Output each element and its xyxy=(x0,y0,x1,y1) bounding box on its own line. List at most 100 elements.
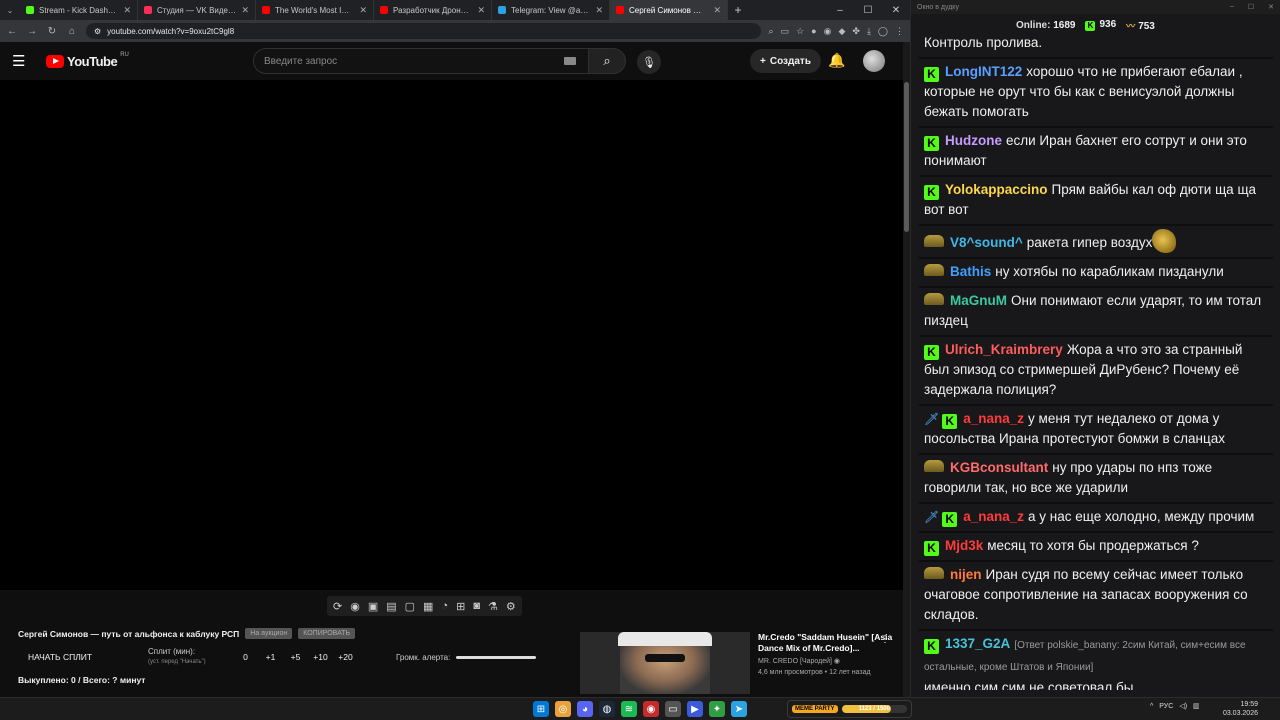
add-frame-icon[interactable]: ⊞ xyxy=(456,600,465,613)
search-input[interactable]: Введите запрос xyxy=(253,48,595,74)
windows-start-icon[interactable]: ⊞ xyxy=(533,701,549,717)
recommended-channel[interactable]: MR. CREDO [Чародей] ◉ xyxy=(758,656,895,667)
maximize-icon[interactable]: ☐ xyxy=(1248,3,1254,11)
minimize-icon[interactable]: – xyxy=(1230,3,1234,11)
page-scrollbar[interactable] xyxy=(903,42,910,720)
chat-username[interactable]: Bathis xyxy=(950,264,991,279)
clapperboard-icon[interactable]: ▤ xyxy=(386,600,396,613)
recommended-video[interactable]: Mr.Credo "Saddam Husein" [Asia Dance Mix… xyxy=(580,632,895,694)
cast-icon[interactable]: ▭ xyxy=(781,26,790,37)
chat-username[interactable]: V8^sound^ xyxy=(950,235,1023,250)
chrome-icon[interactable]: ◎ xyxy=(555,701,571,717)
camera-icon[interactable]: ◙ xyxy=(473,600,480,612)
extension-icon[interactable]: ● xyxy=(811,26,816,37)
browser-tab[interactable]: Студия — VK Видео Live ✕ xyxy=(138,0,256,20)
close-icon[interactable]: ✕ xyxy=(1268,3,1274,11)
avatar[interactable] xyxy=(863,50,885,72)
chat-username[interactable]: a_nana_z xyxy=(963,411,1024,426)
browser-tab[interactable]: The World's Most Important M ✕ xyxy=(256,0,374,20)
search-button[interactable]: ⌕ xyxy=(588,48,626,74)
split-button[interactable]: +1 xyxy=(258,652,283,662)
tab-close-icon[interactable]: ✕ xyxy=(123,5,131,16)
recommended-title[interactable]: Mr.Credo "Saddam Husein" [Asia Dance Mix… xyxy=(758,632,895,654)
settings-gear-icon[interactable]: ⚙ xyxy=(506,600,516,613)
puzzle-icon[interactable]: ✤ xyxy=(852,26,860,37)
more-options-icon[interactable]: ⋮ xyxy=(880,634,890,645)
maximize-icon[interactable]: ☐ xyxy=(854,5,882,16)
split-button[interactable]: 0 xyxy=(233,652,258,662)
chat-username[interactable]: Mjd3k xyxy=(945,538,983,553)
telegram-icon[interactable]: ➤ xyxy=(731,701,747,717)
alert-volume-slider[interactable] xyxy=(456,655,537,659)
scrollbar-thumb[interactable] xyxy=(904,82,909,232)
tab-search-icon[interactable]: ⌄ xyxy=(0,0,20,20)
tab-close-icon[interactable]: ✕ xyxy=(241,5,249,16)
chat-username[interactable]: LongINT122 xyxy=(945,64,1022,79)
auction-button[interactable]: На аукцион xyxy=(245,628,293,639)
audio-icon[interactable]: ◉ xyxy=(350,600,360,613)
expand-icon[interactable]: ▢ xyxy=(405,600,415,613)
volume-icon[interactable]: ◁) xyxy=(1179,702,1187,710)
browser-tab[interactable]: Разработчик Дронов: вся ✕ xyxy=(374,0,492,20)
bookmark-star-icon[interactable]: ☆ xyxy=(796,26,804,37)
notifications-bell-icon[interactable]: 🔔 xyxy=(828,52,845,69)
new-tab-button[interactable]: + xyxy=(728,3,748,17)
chat-username[interactable]: KGBconsultant xyxy=(950,460,1048,475)
tray-chevron-icon[interactable]: ^ xyxy=(1150,703,1153,710)
network-icon[interactable]: ▥ xyxy=(1193,702,1200,710)
keyboard-icon[interactable] xyxy=(564,57,576,65)
flask-icon[interactable]: ⚗ xyxy=(488,600,498,613)
cinema-icon[interactable]: ▦ xyxy=(423,600,433,613)
minimize-icon[interactable]: – xyxy=(826,5,854,16)
split-button[interactable]: +20 xyxy=(333,652,358,662)
tab-close-icon[interactable]: ✕ xyxy=(359,5,367,16)
split-button[interactable]: +10 xyxy=(308,652,333,662)
profile-icon[interactable]: ◯ xyxy=(878,26,888,37)
clock[interactable]: 19:59 03.03.2026 xyxy=(1223,700,1258,718)
copy-button[interactable]: КОПИРОВАТЬ xyxy=(298,628,356,639)
language-indicator[interactable]: РУС xyxy=(1159,703,1173,710)
obs-icon[interactable]: ◉ xyxy=(643,701,659,717)
app-icon[interactable]: ✦ xyxy=(709,701,725,717)
tab-close-icon[interactable]: ✕ xyxy=(713,5,721,16)
close-icon[interactable]: ✕ xyxy=(882,5,910,16)
reload-icon[interactable]: ↻ xyxy=(46,26,58,37)
extension-icon[interactable]: ◆ xyxy=(838,26,845,37)
chat-username[interactable]: 1337_G2A xyxy=(945,636,1010,651)
split-button[interactable]: +5 xyxy=(283,652,308,662)
extension-icon[interactable]: ◉ xyxy=(824,26,832,37)
browser-tab[interactable]: Сергей Симонов — путь от ал ✕ xyxy=(610,0,728,20)
youtube-logo[interactable]: YouTube RU xyxy=(46,52,129,69)
chat-username[interactable]: a_nana_z xyxy=(963,509,1024,524)
chat-username[interactable]: nijen xyxy=(950,567,982,582)
discord-icon[interactable]: ◕ xyxy=(577,701,593,717)
tab-close-icon[interactable]: ✕ xyxy=(477,5,485,16)
chat-username[interactable]: MaGnuM xyxy=(950,293,1007,308)
site-info-icon[interactable]: ⚙ xyxy=(94,27,101,36)
spotify-icon[interactable]: ≋ xyxy=(621,701,637,717)
home-icon[interactable]: ⌂ xyxy=(66,26,78,37)
speed-icon[interactable]: ◔ xyxy=(441,600,448,612)
chat-username[interactable]: Hudzone xyxy=(945,133,1002,148)
zoom-icon[interactable]: ⌕ xyxy=(769,26,774,37)
download-icon[interactable]: ⤓ xyxy=(867,26,871,37)
chat-username[interactable]: Ulrich_Kraimbrery xyxy=(945,342,1063,357)
app-icon[interactable]: ▭ xyxy=(665,701,681,717)
picture-in-picture-icon[interactable]: ▣ xyxy=(368,600,378,613)
video-player[interactable] xyxy=(0,80,903,590)
steam-icon[interactable]: ◍ xyxy=(599,701,615,717)
create-button[interactable]: + Создать xyxy=(750,49,821,73)
meme-party-widget[interactable]: MEME PARTY 1123 / 1500 xyxy=(787,700,912,718)
browser-tab[interactable]: Telegram: View @asafevitas ✕ xyxy=(492,0,610,20)
tab-close-icon[interactable]: ✕ xyxy=(595,5,603,16)
voice-search-button[interactable]: 🎙 xyxy=(637,50,661,74)
browser-tab[interactable]: Stream - Kick Dashboard ✕ xyxy=(20,0,138,20)
chat-message-list[interactable]: Контроль пролива. K LongINT122 хорошо что н… xyxy=(919,30,1273,690)
url-field[interactable]: ⚙ youtube.com/watch?v=9oxu2tC9gl8 xyxy=(86,23,761,39)
loop-icon[interactable]: ⟳ xyxy=(333,600,342,613)
app-icon[interactable]: ▶ xyxy=(687,701,703,717)
hamburger-menu-icon[interactable]: ☰ xyxy=(12,52,34,70)
back-icon[interactable]: ← xyxy=(6,26,18,37)
chat-username[interactable]: Yolokappaccino xyxy=(945,182,1048,197)
video-thumbnail[interactable] xyxy=(580,632,750,694)
